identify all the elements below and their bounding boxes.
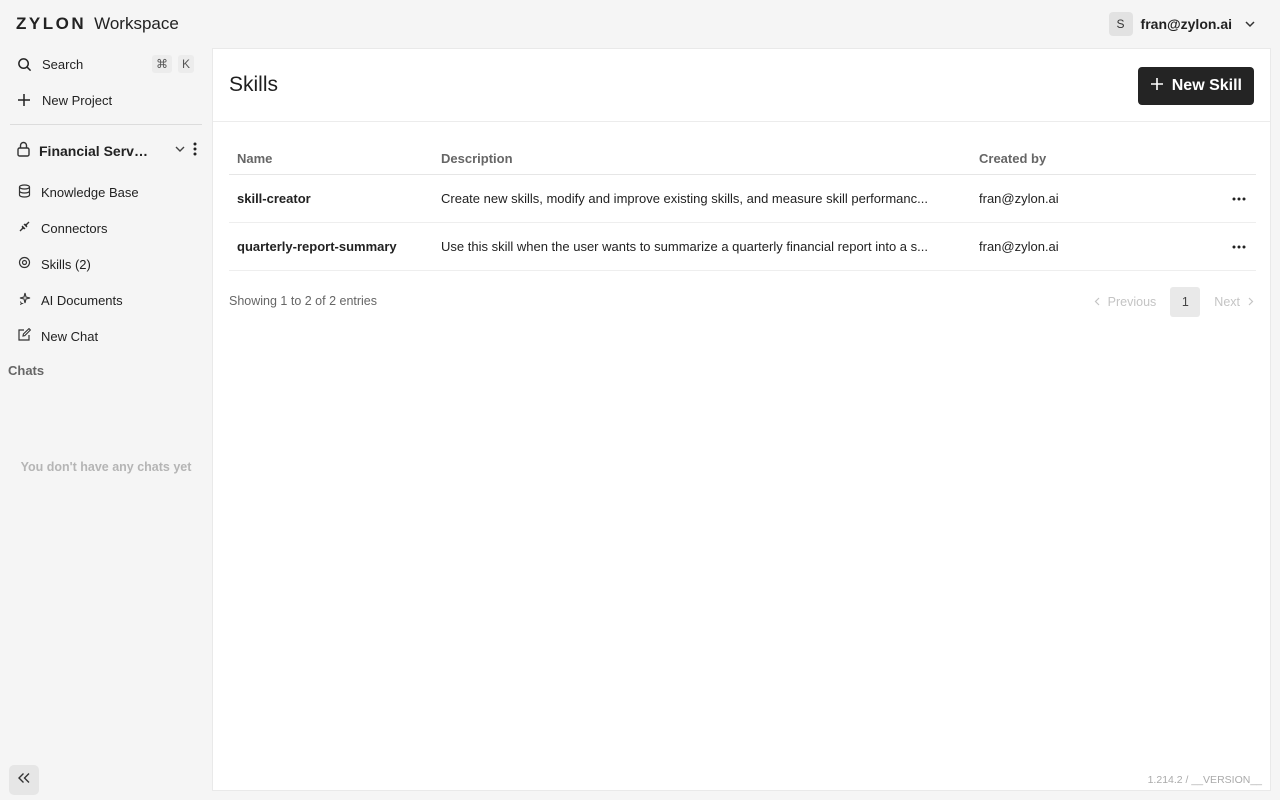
new-skill-button[interactable]: New Skill <box>1137 67 1254 105</box>
skill-created-by: fran@zylon.ai <box>979 239 1059 254</box>
pagination: Previous 1 Next <box>1094 287 1254 317</box>
project-selector[interactable]: Financial Servic... <box>10 136 202 166</box>
chevron-left-icon <box>1094 295 1100 309</box>
search-shortcut: ⌘ K <box>151 55 202 73</box>
next-page-button[interactable]: Next <box>1214 295 1254 309</box>
sidebar: Search ⌘ K New Project Financial Servic.… <box>0 48 212 800</box>
avatar: S <box>1108 12 1133 36</box>
brand[interactable]: ZYLON Workspace <box>16 14 179 34</box>
entries-summary: Showing 1 to 2 of 2 entries <box>229 294 378 308</box>
sidebar-item-connectors[interactable]: Connectors <box>14 214 202 242</box>
previous-page-button[interactable]: Previous <box>1094 295 1157 309</box>
table-row[interactable]: skill-creator Create new skills, modify … <box>229 175 1256 223</box>
plus-icon <box>1150 77 1164 96</box>
skills-icon <box>18 256 31 272</box>
chevron-down-icon[interactable] <box>174 142 186 160</box>
table-header: Name Description Created by <box>229 142 1256 175</box>
empty-chats-message: You don't have any chats yet <box>20 460 192 474</box>
plus-icon <box>16 92 32 108</box>
main-panel: Skills New Skill Name Description Create… <box>212 48 1271 791</box>
chevron-down-icon <box>1244 18 1256 30</box>
sidebar-item-label: New Chat <box>41 328 99 344</box>
search-icon <box>16 56 32 72</box>
page-number-current[interactable]: 1 <box>1170 287 1201 317</box>
sidebar-item-label: Knowledge Base <box>41 184 139 200</box>
sparkles-icon <box>18 292 31 308</box>
shortcut-key-k: K <box>177 55 194 73</box>
sidebar-item-label: Connectors <box>41 220 108 236</box>
sidebar-item-skills[interactable]: Skills (2) <box>14 250 202 278</box>
table-row[interactable]: quarterly-report-summary Use this skill … <box>229 223 1256 271</box>
sidebar-item-knowledge-base[interactable]: Knowledge Base <box>14 178 202 206</box>
sidebar-divider <box>10 124 202 125</box>
skill-description: Create new skills, modify and improve ex… <box>441 191 928 206</box>
shortcut-key-cmd: ⌘ <box>151 55 172 73</box>
search-button[interactable]: Search ⌘ K <box>10 49 202 79</box>
page-title: Skills <box>229 73 279 96</box>
user-email: fran@zylon.ai <box>1140 16 1232 32</box>
more-horizontal-icon[interactable] <box>1232 197 1246 201</box>
main-header: Skills New Skill <box>213 49 1270 122</box>
chevron-right-icon <box>1248 295 1254 309</box>
user-menu[interactable]: S fran@zylon.ai <box>1108 12 1256 36</box>
previous-label: Previous <box>1107 295 1157 309</box>
next-label: Next <box>1214 295 1240 309</box>
column-header-name[interactable]: Name <box>229 151 439 166</box>
chats-section-label: Chats <box>8 363 45 378</box>
database-icon <box>18 183 31 201</box>
project-name: Financial Servic... <box>39 143 151 159</box>
new-skill-label: New Skill <box>1171 77 1242 94</box>
more-vertical-icon[interactable] <box>192 142 198 161</box>
skill-name[interactable]: quarterly-report-summary <box>229 239 439 254</box>
sidebar-item-new-chat[interactable]: New Chat <box>14 322 202 350</box>
sidebar-item-ai-documents[interactable]: AI Documents <box>14 286 202 314</box>
search-label: Search <box>42 56 84 72</box>
skills-table: Name Description Created by skill-creato… <box>229 142 1256 271</box>
sidebar-item-label: Skills (2) <box>41 256 91 272</box>
column-header-created-by[interactable]: Created by <box>979 151 1219 166</box>
brand-logo: ZYLON <box>16 14 87 33</box>
new-project-button[interactable]: New Project <box>10 85 202 115</box>
skill-created-by: fran@zylon.ai <box>979 191 1059 206</box>
skill-name[interactable]: skill-creator <box>229 191 439 206</box>
new-project-label: New Project <box>42 92 113 108</box>
sidebar-item-label: AI Documents <box>41 292 123 308</box>
column-header-description[interactable]: Description <box>439 151 979 166</box>
collapse-sidebar-button[interactable] <box>9 765 39 795</box>
plug-icon <box>18 220 31 236</box>
compose-icon <box>18 327 32 344</box>
chevrons-left-icon <box>17 771 31 789</box>
brand-workspace-label: Workspace <box>94 14 179 33</box>
version-label: 1.214.2 / __VERSION__ <box>1147 774 1262 786</box>
more-horizontal-icon[interactable] <box>1232 245 1246 249</box>
skill-description: Use this skill when the user wants to su… <box>441 239 928 254</box>
top-bar: ZYLON Workspace S fran@zylon.ai <box>0 0 1280 48</box>
lock-icon <box>16 141 31 162</box>
